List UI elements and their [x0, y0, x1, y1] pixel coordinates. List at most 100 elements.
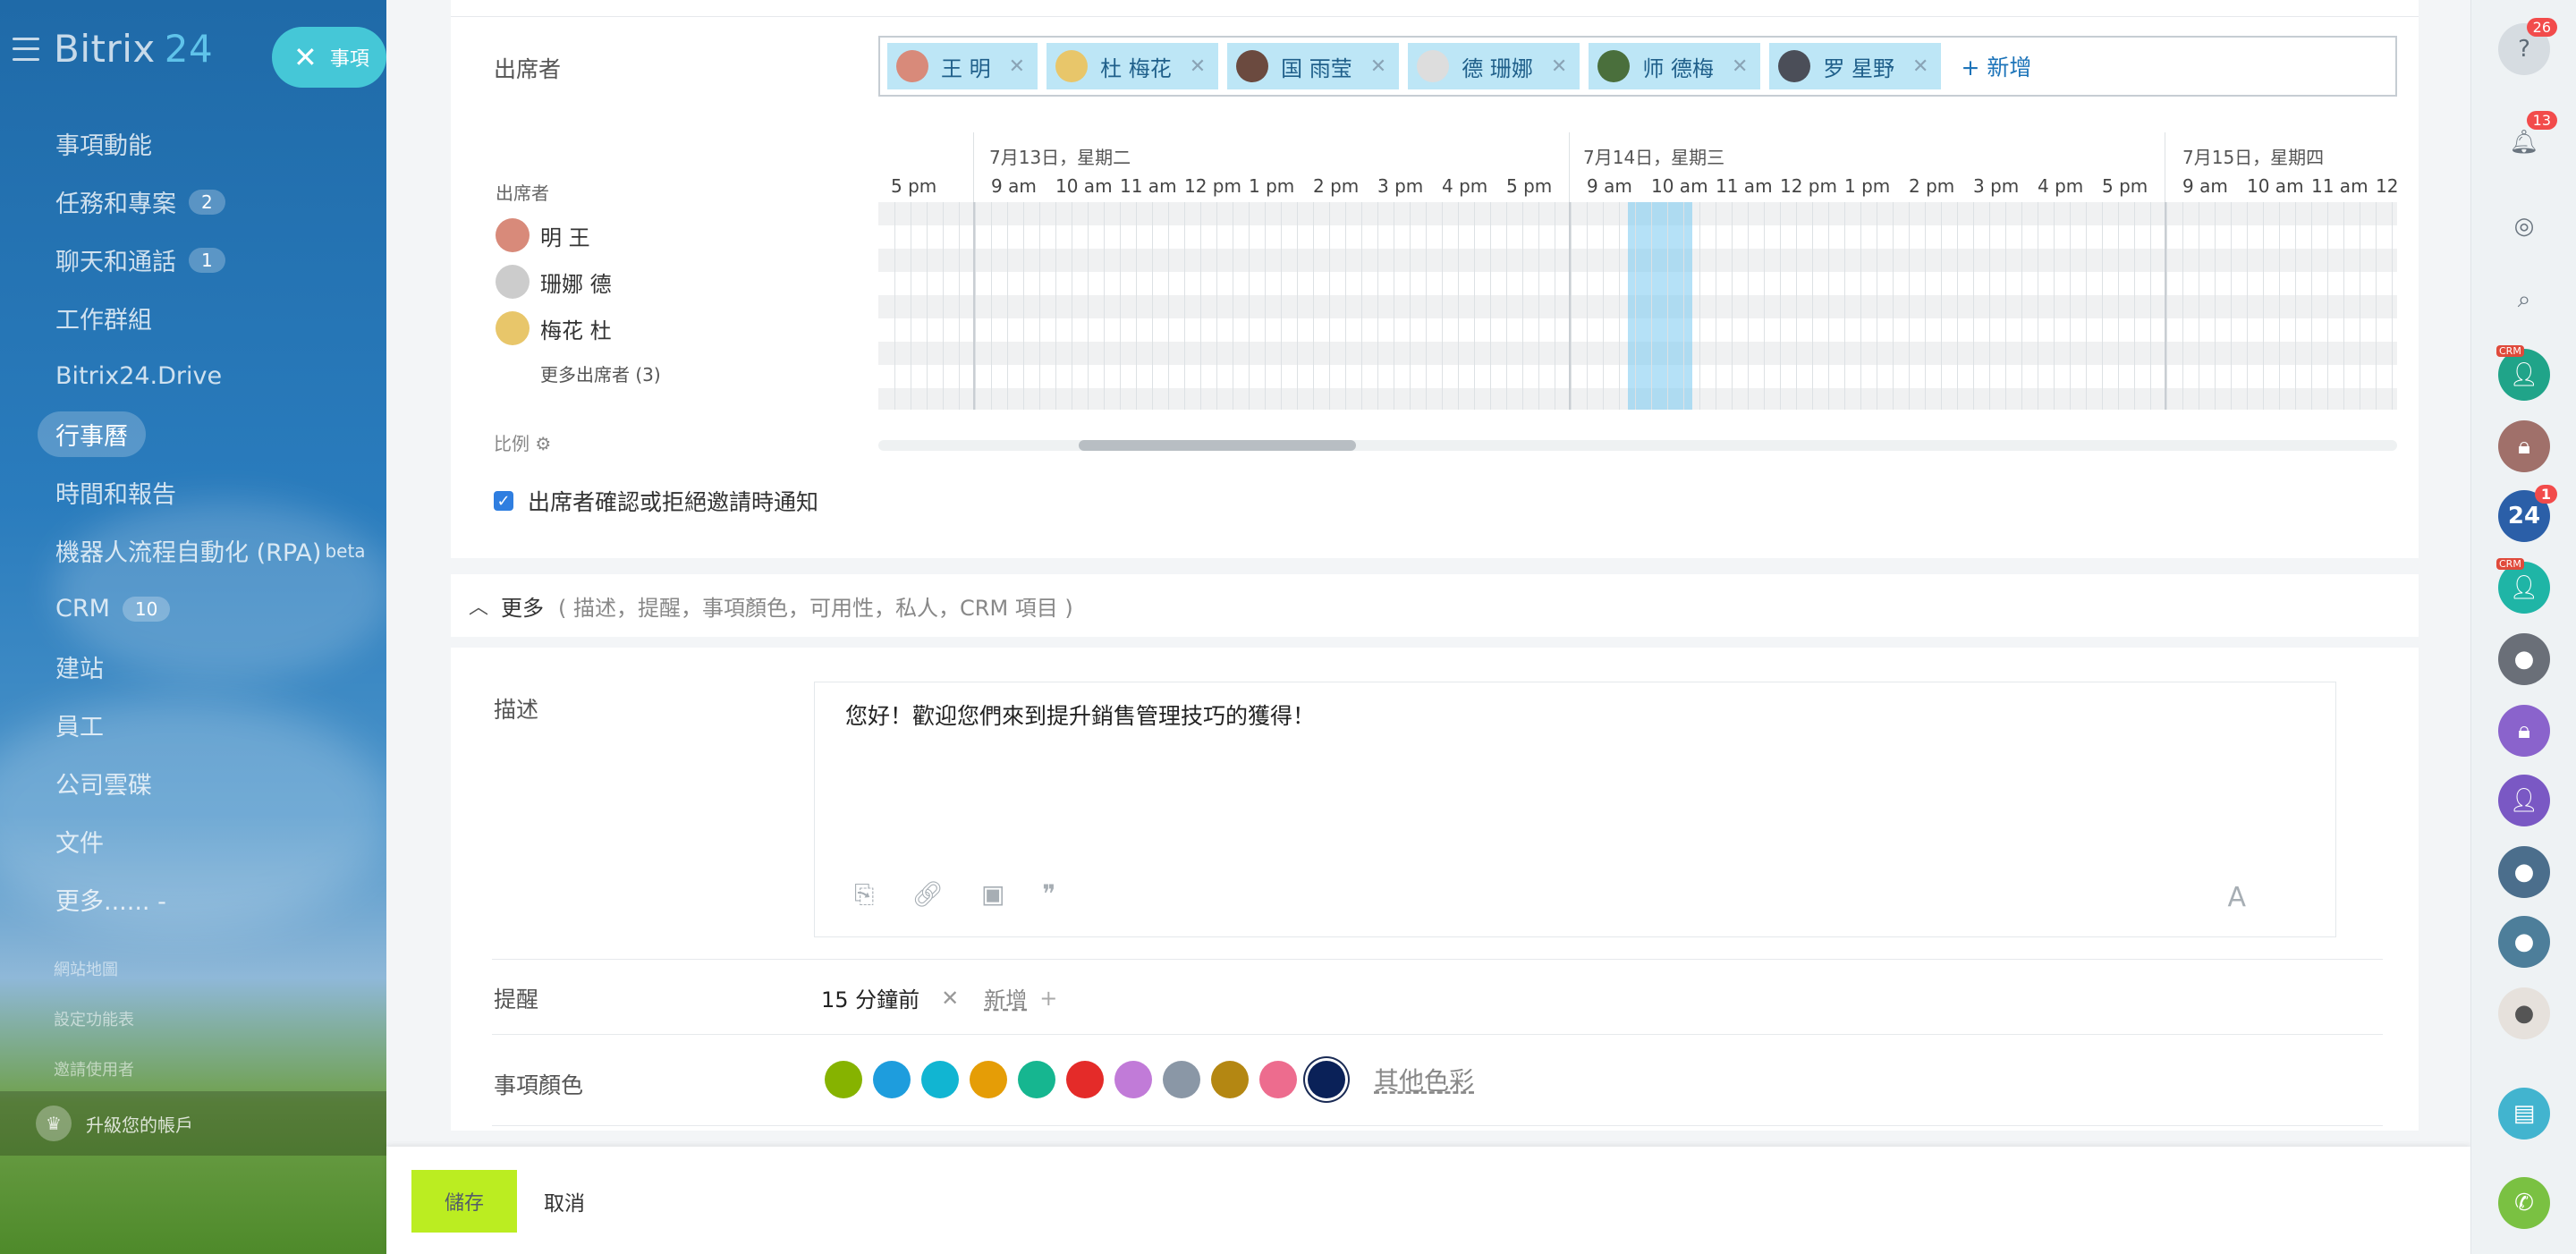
other-colors-link[interactable]: 其他色彩: [1374, 1062, 1474, 1097]
sidebar-item-time[interactable]: 時間和報告: [38, 463, 366, 521]
chevron-up-icon: ︿: [469, 597, 489, 619]
crm-tag: CRM: [2496, 558, 2524, 570]
sidebar-item-company-drive[interactable]: 公司雲碟: [38, 754, 366, 812]
remove-icon[interactable]: ✕: [1009, 55, 1025, 78]
invite-users-link[interactable]: 邀請使用者: [54, 1057, 134, 1080]
attendee-name: 罗 星野: [1823, 55, 1895, 81]
attendee-chip[interactable]: 国 雨莹 ✕: [1227, 43, 1400, 89]
crm-contact-avatar[interactable]: 👤︎ CRM: [2496, 345, 2550, 401]
menu-icon[interactable]: [13, 37, 39, 61]
more-attendees-link[interactable]: 更多出席者 (3): [540, 360, 661, 386]
color-swatch[interactable]: [921, 1061, 959, 1098]
sidebar-item-documents[interactable]: 文件: [38, 812, 366, 870]
grid-line: [2295, 202, 2296, 410]
sidebar-item-feed[interactable]: 事項動能: [38, 114, 366, 173]
planner-scrollbar[interactable]: [878, 440, 2397, 451]
sidebar-item-workgroups[interactable]: 工作群組: [38, 289, 366, 347]
sidebar-item-more[interactable]: 更多...... -: [38, 870, 366, 928]
sidebar-item-employees[interactable]: 員工: [38, 696, 366, 754]
attendee-chip[interactable]: 罗 星野 ✕: [1769, 43, 1942, 89]
attendee-chip[interactable]: 王 明 ✕: [887, 43, 1038, 89]
text-format-icon[interactable]: A: [2227, 882, 2246, 913]
grid-line: [1490, 202, 1491, 410]
color-swatch[interactable]: [1114, 1061, 1152, 1098]
description-editor[interactable]: 您好！歡迎您們來到提升銷售管理技巧的獲得！ ⎘ 🔗︎ ▣ ❞ A: [814, 682, 2336, 937]
remove-icon[interactable]: ✕: [1190, 55, 1206, 78]
group-avatar[interactable]: ●: [2498, 987, 2550, 1039]
description-text[interactable]: 您好！歡迎您們來到提升銷售管理技巧的獲得！: [845, 699, 1315, 731]
sidebar-item-drive[interactable]: Bitrix24.Drive: [38, 347, 366, 405]
remove-icon[interactable]: ✕: [1370, 55, 1386, 78]
scale-control[interactable]: 比例 ⚙: [494, 429, 551, 455]
color-swatch[interactable]: [1308, 1061, 1345, 1098]
availability-grid[interactable]: [878, 202, 2397, 410]
help-icon[interactable]: ? 26: [2498, 18, 2557, 75]
sidebar-item-label: 任務和專案: [55, 191, 176, 218]
sidebar-item-sites[interactable]: 建站: [38, 638, 366, 696]
hour-label: 2 pm: [1313, 175, 1360, 197]
crown-icon: ♛: [36, 1106, 72, 1141]
color-swatch[interactable]: [1211, 1061, 1249, 1098]
quote-icon[interactable]: ❞: [1042, 879, 1055, 910]
attendees-selector[interactable]: 王 明 ✕ 杜 梅花 ✕ 国 雨莹 ✕ 德 珊娜 ✕ 师 德梅 ✕ 罗 星野 ✕ + 新增: [878, 36, 2397, 97]
logo[interactable]: Bitrix 24: [54, 27, 213, 71]
bell-icon[interactable]: 🔔︎ 13: [2498, 111, 2557, 168]
remove-reminder-icon[interactable]: ✕: [941, 986, 959, 1011]
remove-icon[interactable]: ✕: [1732, 55, 1748, 78]
grid-line: [2327, 202, 2328, 410]
lock-icon[interactable]: 🔒︎: [2498, 420, 2550, 472]
user-avatar[interactable]: 👤︎: [2498, 775, 2550, 826]
event-edit-slider: 出席者 王 明 ✕ 杜 梅花 ✕ 国 雨莹 ✕ 德 珊娜 ✕ 师 德梅 ✕ 罗 星野 ✕ +…: [386, 0, 2470, 1254]
phone-icon[interactable]: ✆: [2498, 1177, 2550, 1229]
reminder-value[interactable]: 15 分鐘前: [821, 982, 919, 1013]
crm-contact-avatar[interactable]: 👤︎ CRM: [2496, 558, 2550, 614]
gear-icon[interactable]: ⚙: [535, 433, 551, 454]
search-icon[interactable]: ⌕: [2498, 274, 2550, 326]
avatar: [1236, 50, 1269, 82]
attach-file-icon[interactable]: ⎘: [854, 879, 874, 910]
add-reminder-link[interactable]: 新增: [984, 982, 1027, 1013]
color-swatch[interactable]: [970, 1061, 1007, 1098]
close-slider-button[interactable]: ✕ 事項: [272, 27, 386, 88]
sidebar-item-rpa[interactable]: 機器人流程自動化 (RPA) beta: [38, 521, 366, 580]
user-avatar[interactable]: ●: [2498, 846, 2550, 898]
grid-line: [1973, 202, 1974, 410]
more-toggle[interactable]: ︿ 更多 ( 描述，提醒，事項顏色，可用性，私人，CRM 項目 ): [451, 574, 2419, 637]
color-swatch[interactable]: [825, 1061, 862, 1098]
sitemap-link[interactable]: 網站地圖: [54, 957, 118, 980]
color-swatch[interactable]: [1163, 1061, 1200, 1098]
sidebar-item-crm[interactable]: CRM 10: [38, 580, 366, 638]
bitrix24-icon[interactable]: 24 1: [2498, 485, 2557, 542]
color-swatch[interactable]: [873, 1061, 911, 1098]
remove-icon[interactable]: ✕: [1551, 55, 1567, 78]
cancel-button[interactable]: 取消: [544, 1186, 585, 1216]
link-icon[interactable]: 🔗︎: [911, 879, 944, 910]
lock-icon[interactable]: 🔒︎: [2498, 705, 2550, 757]
user-avatar[interactable]: ●: [2498, 916, 2550, 968]
grid-line: [1812, 202, 1813, 410]
notify-row[interactable]: ✓ 出席者確認或拒絕邀請時通知: [494, 485, 818, 517]
color-swatch[interactable]: [1018, 1061, 1055, 1098]
configure-menu-link[interactable]: 設定功能表: [54, 1007, 134, 1030]
attendee-chip[interactable]: 德 珊娜 ✕: [1408, 43, 1580, 89]
plus-icon[interactable]: +: [1039, 986, 1057, 1011]
upgrade-plan-button[interactable]: ♛ 升級您的帳戶: [0, 1091, 386, 1156]
scrollbar-thumb[interactable]: [1079, 440, 1356, 451]
sidebar-item-tasks[interactable]: 任務和專案 2: [38, 173, 366, 231]
sidebar-item-chat[interactable]: 聊天和通話 1: [38, 231, 366, 289]
counter-badge: 10: [122, 596, 171, 622]
color-swatch[interactable]: [1066, 1061, 1104, 1098]
video-icon[interactable]: ▣: [981, 879, 1004, 910]
open-lines-icon[interactable]: ▤: [2498, 1088, 2550, 1140]
sidebar-item-calendar[interactable]: 行事曆: [38, 405, 366, 463]
color-swatch[interactable]: [1259, 1061, 1297, 1098]
attendee-chip[interactable]: 杜 梅花 ✕: [1046, 43, 1219, 89]
attendee-chip[interactable]: 师 德梅 ✕: [1589, 43, 1761, 89]
notify-checkbox[interactable]: ✓: [494, 491, 513, 511]
remove-icon[interactable]: ✕: [1912, 55, 1928, 78]
save-button[interactable]: 儲存: [411, 1170, 517, 1233]
user-avatar[interactable]: ●: [2498, 633, 2550, 685]
chat-icon[interactable]: ◎: [2498, 200, 2550, 252]
attendee-name: 王 明: [941, 55, 991, 81]
add-attendee-link[interactable]: + 新增: [1961, 50, 2031, 82]
